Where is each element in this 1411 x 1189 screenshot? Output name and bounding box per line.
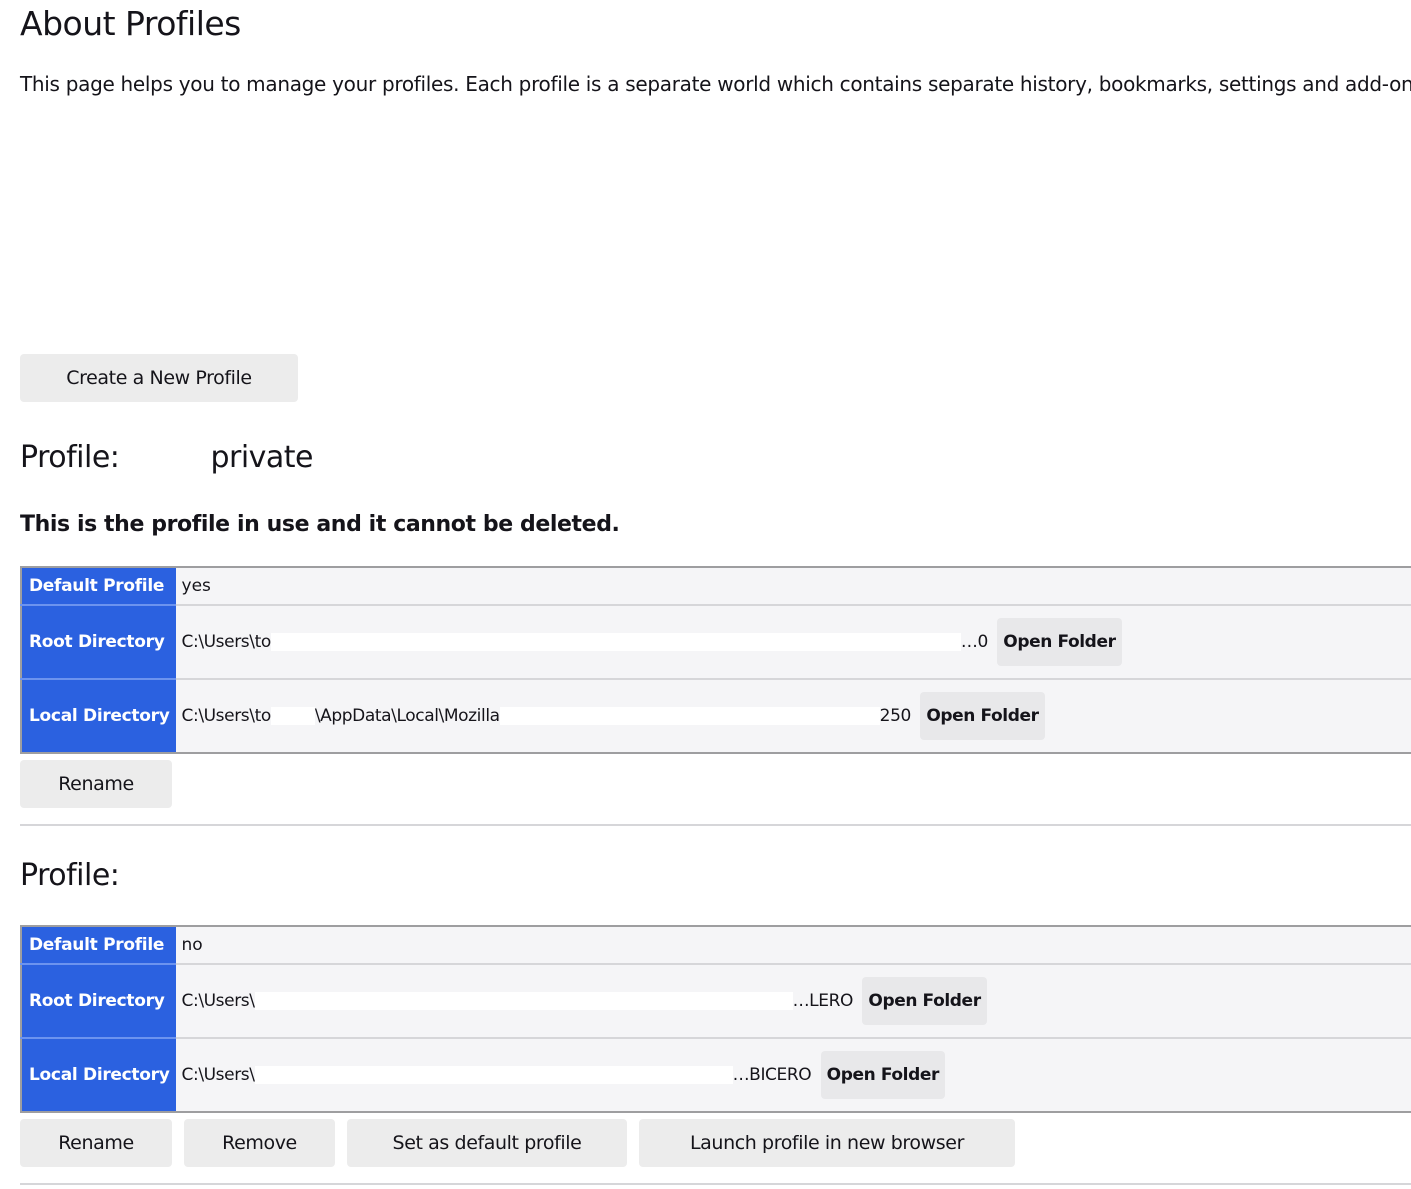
in-use-notice: This is the profile in use and it cannot… bbox=[20, 512, 620, 537]
profile-heading: Profile: bbox=[20, 858, 329, 893]
page-title: About Profiles bbox=[20, 4, 241, 43]
intro-text: This page helps you to manage your profi… bbox=[20, 72, 1411, 96]
default-profile-value: yes bbox=[175, 567, 1411, 606]
profile-info-table: Default Profile no Root Directory C:\Use… bbox=[20, 925, 1411, 1113]
create-new-profile-button[interactable]: Create a New Profile bbox=[20, 354, 298, 402]
default-profile-label: Default Profile bbox=[21, 926, 176, 965]
rename-button[interactable]: Rename bbox=[20, 1119, 172, 1167]
local-directory-path: C:\Users\to \AppData\Local\Mozilla 250 bbox=[181, 706, 912, 726]
open-local-folder-button[interactable]: Open Folder bbox=[920, 692, 1045, 740]
open-root-folder-button[interactable]: Open Folder bbox=[997, 618, 1122, 666]
open-root-folder-button[interactable]: Open Folder bbox=[862, 977, 987, 1025]
set-default-profile-button[interactable]: Set as default profile bbox=[347, 1119, 627, 1167]
root-directory-cell: C:\Users\to …0 Open Folder bbox=[175, 605, 1411, 680]
root-directory-label: Root Directory bbox=[21, 964, 176, 1039]
table-row: Root Directory C:\Users\ …LERO Open Folde… bbox=[21, 964, 1411, 1039]
profile-divider bbox=[20, 824, 1411, 826]
table-row: Local Directory C:\Users\to \AppData\Loca… bbox=[21, 679, 1411, 753]
launch-profile-button[interactable]: Launch profile in new browser bbox=[639, 1119, 1015, 1167]
root-directory-label: Root Directory bbox=[21, 605, 176, 680]
profile-heading: Profile: private bbox=[20, 440, 314, 475]
profile-heading-prefix: Profile: bbox=[20, 440, 129, 475]
local-directory-cell: C:\Users\ …BICERO Open Folder bbox=[176, 1038, 1411, 1112]
root-directory-path: C:\Users\ …LERO bbox=[181, 991, 854, 1011]
open-local-folder-button[interactable]: Open Folder bbox=[820, 1051, 945, 1099]
local-directory-path: C:\Users\ …BICERO bbox=[181, 1065, 812, 1085]
local-directory-cell: C:\Users\to \AppData\Local\Mozilla 250 Ope… bbox=[176, 679, 1411, 753]
local-directory-label: Local Directory bbox=[21, 679, 176, 753]
profile-info-table: Default Profile yes Root Directory C:\Us… bbox=[20, 566, 1411, 754]
table-row: Default Profile no bbox=[21, 926, 1411, 965]
table-row: Local Directory C:\Users\ …BICERO Open Fo… bbox=[21, 1038, 1411, 1112]
root-directory-path: C:\Users\to …0 bbox=[181, 632, 989, 652]
redacted-name bbox=[128, 443, 211, 474]
default-profile-label: Default Profile bbox=[21, 567, 176, 606]
root-directory-cell: C:\Users\ …LERO Open Folder bbox=[175, 964, 1411, 1039]
profile-divider bbox=[20, 1183, 1411, 1185]
local-directory-label: Local Directory bbox=[21, 1038, 176, 1112]
remove-button[interactable]: Remove bbox=[184, 1119, 335, 1167]
profile-name-suffix: private bbox=[210, 440, 314, 475]
profile-heading-prefix: Profile: bbox=[20, 858, 129, 893]
table-row: Default Profile yes bbox=[21, 567, 1411, 606]
rename-button[interactable]: Rename bbox=[20, 760, 172, 808]
default-profile-value: no bbox=[175, 926, 1411, 965]
redacted-name bbox=[128, 861, 329, 892]
table-row: Root Directory C:\Users\to …0 Open Folder bbox=[21, 605, 1411, 680]
profile-actions: Rename Remove Set as default profile Lau… bbox=[20, 1119, 1015, 1167]
profile-actions: Rename bbox=[20, 760, 172, 808]
